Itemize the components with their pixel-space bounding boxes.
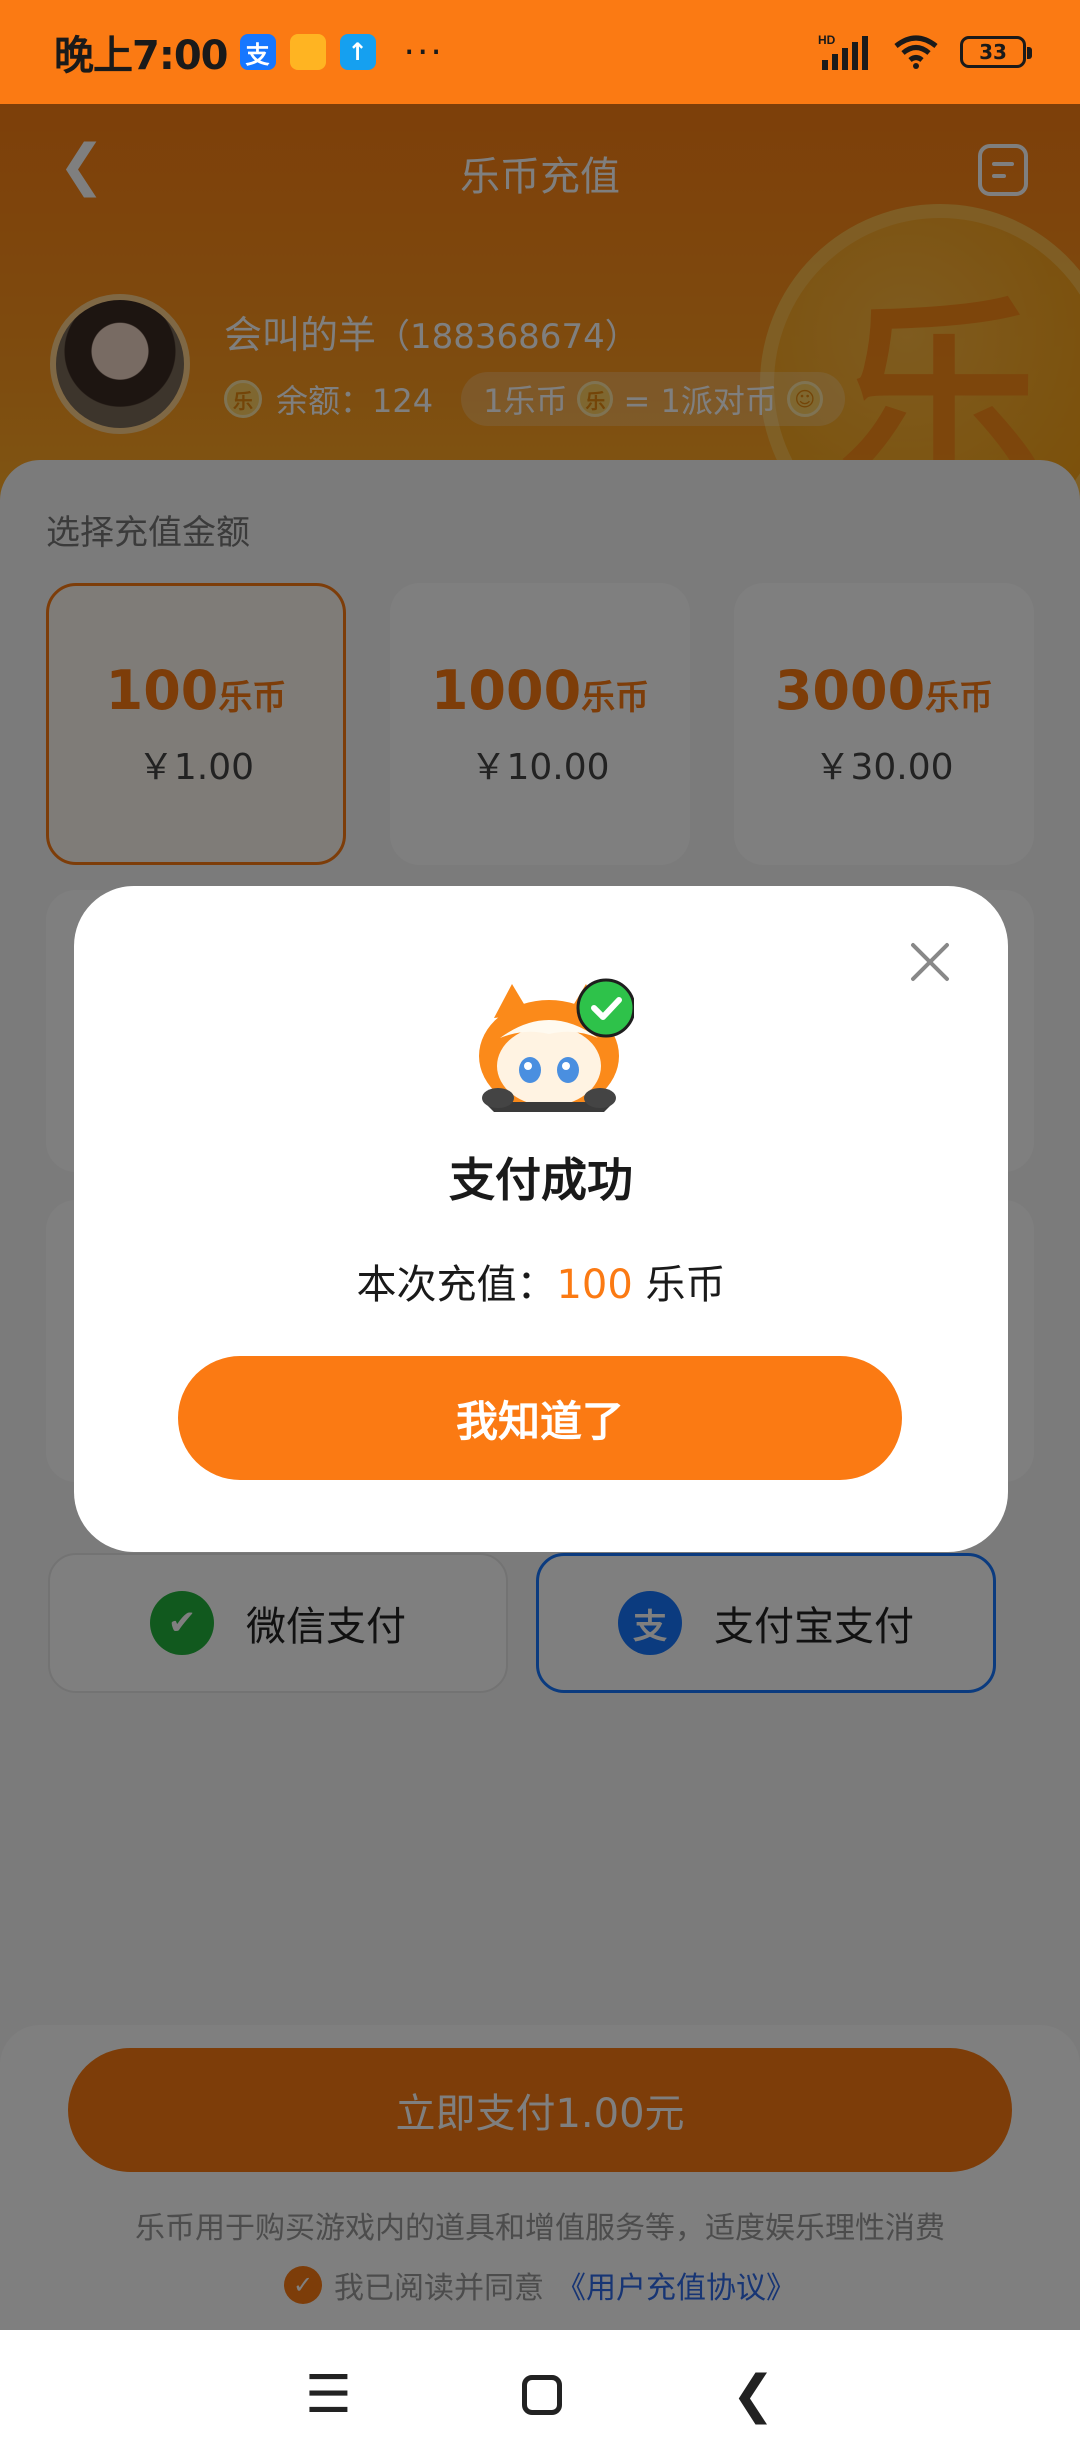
confirm-button[interactable]: 我知道了	[178, 1356, 902, 1480]
status-bar: 晚上7:00 支 ↑ ··· HD 33	[0, 0, 1080, 104]
dialog-title: 支付成功	[449, 1153, 633, 1207]
close-icon[interactable]	[908, 940, 952, 984]
menu-icon[interactable]: ☰	[305, 2365, 352, 2425]
battery-icon: 33	[960, 36, 1032, 68]
summary-suffix: 乐币	[632, 1262, 726, 1308]
status-right: HD 33	[818, 32, 1032, 72]
mascot-success-icon	[479, 978, 634, 1112]
summary-prefix: 本次充值：	[356, 1262, 557, 1308]
signal-icon: HD	[818, 33, 868, 70]
upload-notification-icon: ↑	[339, 34, 376, 70]
system-nav-bar: ☰ ❮	[0, 2330, 1080, 2460]
more-notifications-icon: ···	[403, 31, 444, 73]
payment-success-dialog: 支付成功 本次充值：100 乐币 我知道了	[74, 886, 1008, 1552]
alipay-notification-icon: 支	[239, 34, 276, 70]
note-notification-icon	[289, 34, 326, 70]
recharge-summary: 本次充值：100 乐币	[74, 1252, 1008, 1310]
svg-text:HD: HD	[818, 33, 836, 47]
summary-amount: 100	[556, 1262, 633, 1308]
wifi-icon	[894, 35, 938, 69]
back-icon[interactable]: ❮	[731, 2365, 775, 2425]
home-icon[interactable]	[521, 2375, 562, 2415]
status-time: 晚上7:00	[54, 33, 228, 79]
